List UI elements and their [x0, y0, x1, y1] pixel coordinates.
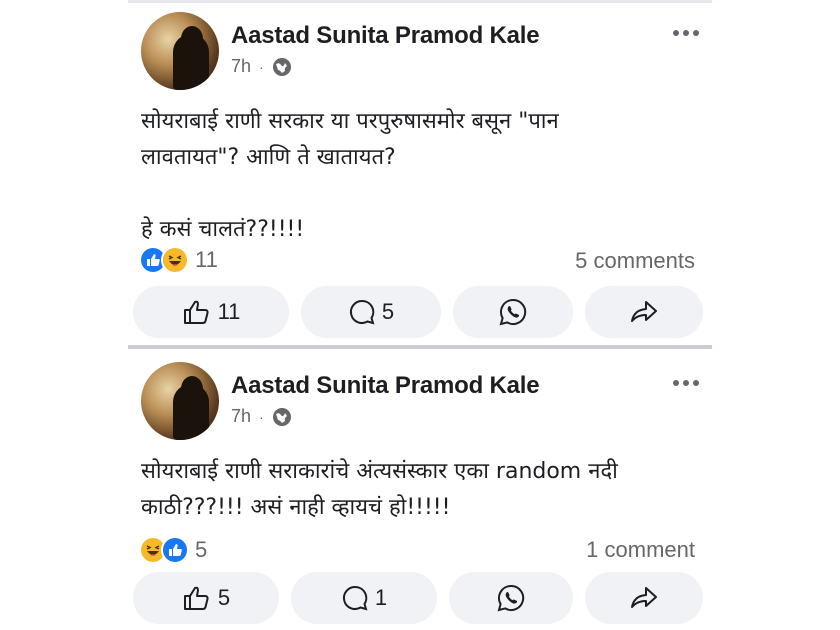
reaction-summary[interactable]: 11: [139, 246, 218, 274]
share-arrow-icon: [629, 299, 659, 325]
thumbs-up-icon: [182, 584, 212, 612]
more-options-icon[interactable]: [673, 30, 699, 36]
action-bar: 11 5: [133, 286, 707, 338]
share-button[interactable]: [585, 286, 703, 338]
share-arrow-icon: [629, 585, 659, 611]
thumbs-up-icon: [182, 298, 212, 326]
author-name[interactable]: Aastad Sunita Pramod Kale: [231, 22, 540, 50]
avatar-silhouette: [173, 384, 209, 440]
comment-button[interactable]: 5: [301, 286, 441, 338]
post-meta: 7h ·: [231, 56, 292, 77]
share-button[interactable]: [585, 572, 703, 624]
comments-count-link[interactable]: 1 comment: [586, 537, 695, 563]
like-count: 5: [217, 585, 231, 610]
like-icon: [161, 536, 189, 564]
post-divider: [128, 345, 712, 349]
whatsapp-share-button[interactable]: [449, 572, 573, 624]
avatar[interactable]: [141, 362, 219, 440]
avatar-silhouette: [173, 34, 209, 90]
whatsapp-share-button[interactable]: [453, 286, 573, 338]
post-text: सोयराबाई राणी सराकारांचे अंत्यसंस्कार एक…: [141, 459, 618, 520]
post-time[interactable]: 7h: [231, 56, 251, 77]
comment-bubble-icon: [341, 584, 369, 612]
action-bar: 5 1: [133, 572, 707, 624]
more-options-icon[interactable]: [673, 380, 699, 386]
post-meta: 7h ·: [231, 406, 292, 427]
avatar[interactable]: [141, 12, 219, 90]
post-card: Aastad Sunita Pramod Kale 7h · सोयराबाई …: [125, 350, 715, 630]
globe-icon: [272, 57, 292, 77]
comment-count: 5: [381, 299, 395, 324]
comment-bubble-icon: [348, 298, 376, 326]
meta-separator: ·: [259, 58, 264, 75]
post-time[interactable]: 7h: [231, 406, 251, 427]
comment-button[interactable]: 1: [291, 572, 437, 624]
meta-separator: ·: [259, 408, 264, 425]
post-text: सोयराबाई राणी सरकार या परपुरुषासमोर बसून…: [141, 109, 559, 242]
author-name[interactable]: Aastad Sunita Pramod Kale: [231, 372, 540, 400]
haha-icon: [161, 246, 189, 274]
reaction-count: 5: [195, 537, 208, 562]
comments-count-link[interactable]: 5 comments: [575, 248, 695, 274]
globe-icon: [272, 407, 292, 427]
reaction-count: 11: [195, 247, 218, 272]
whatsapp-icon: [498, 297, 528, 327]
whatsapp-icon: [496, 583, 526, 613]
reaction-summary[interactable]: 5: [139, 536, 207, 564]
post-card: Aastad Sunita Pramod Kale 7h · सोयराबाई …: [125, 0, 715, 343]
news-feed: Aastad Sunita Pramod Kale 7h · सोयराबाई …: [0, 0, 840, 630]
like-button[interactable]: 11: [133, 286, 289, 338]
comment-count: 1: [374, 585, 388, 610]
like-button[interactable]: 5: [133, 572, 279, 624]
like-count: 11: [217, 299, 241, 324]
